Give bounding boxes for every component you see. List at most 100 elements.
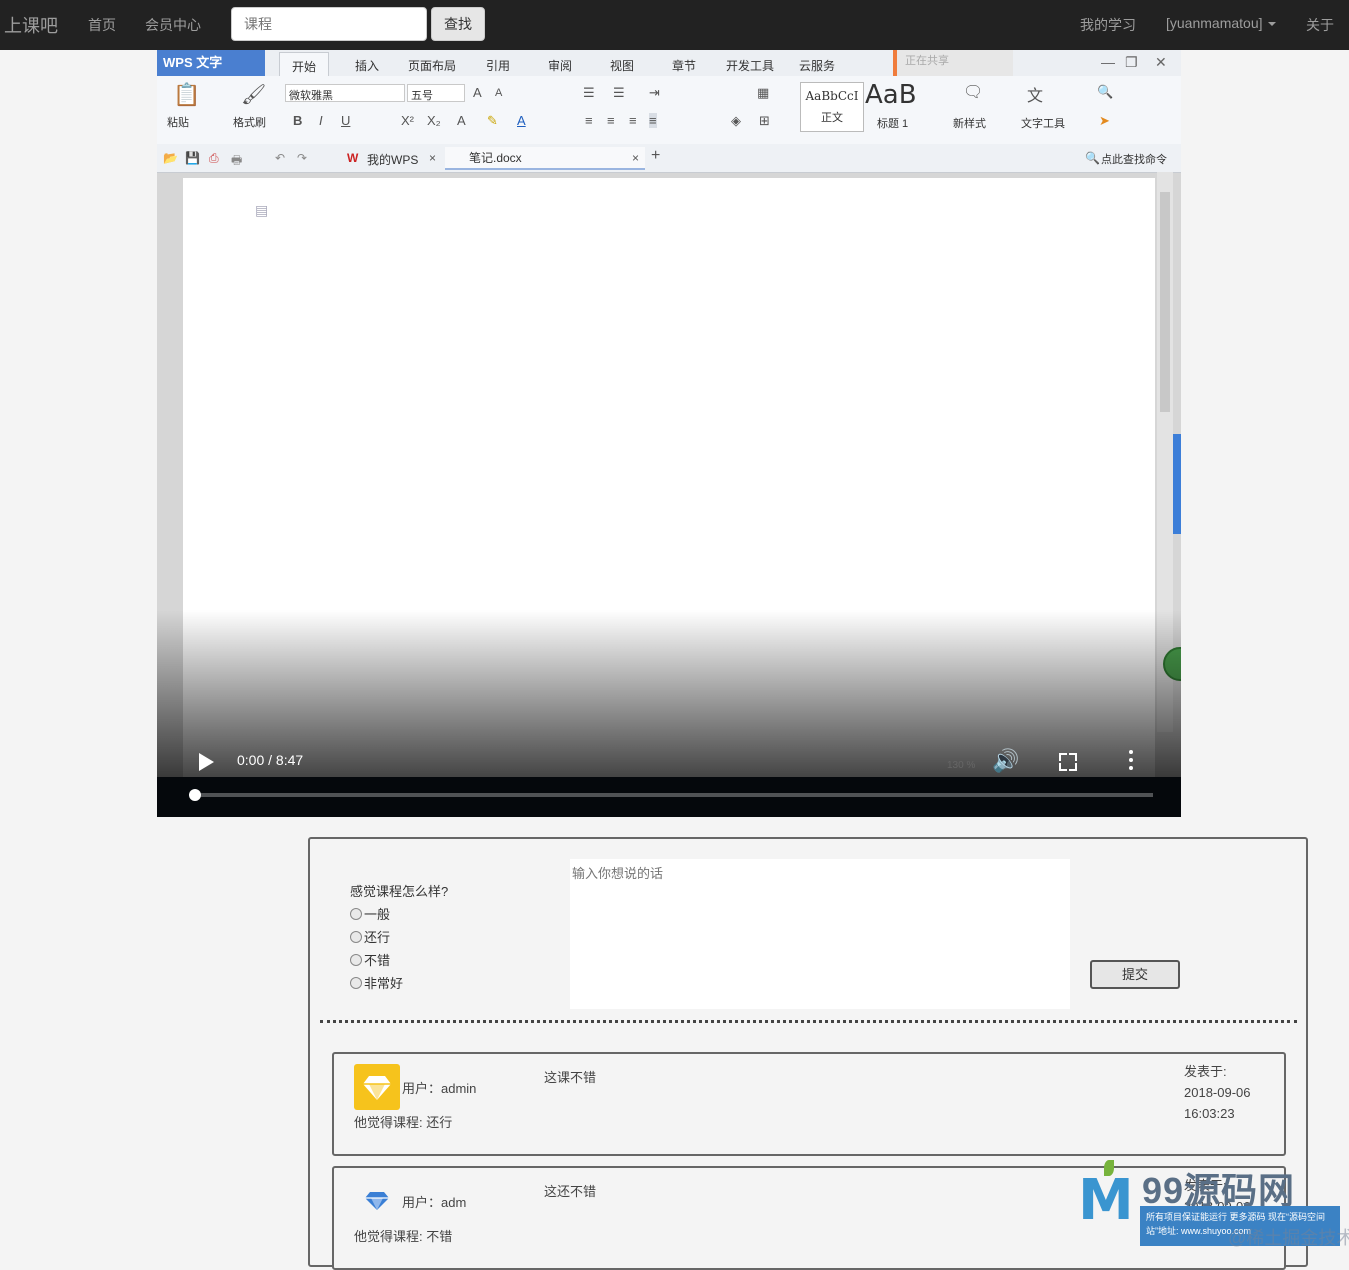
wps-tab-devtools: 开发工具 [726, 59, 775, 73]
fullscreen-corner [1069, 763, 1077, 771]
comment-rating: 他觉得课程: 不错 [354, 1229, 453, 1244]
posted-time: 16:03:23 [1184, 1106, 1235, 1121]
dotted-divider [320, 1020, 1297, 1023]
volume-icon[interactable]: 🔊 [992, 748, 1019, 774]
wps-quick-bar: 📂 💾 ⎙ 🖶 ↶ ↷ W 我的WPS × 笔记.docx × + 🔍 点此查找命… [157, 144, 1181, 173]
more-options-icon[interactable] [1129, 750, 1133, 774]
nav-home[interactable]: 首页 [88, 15, 116, 35]
paste-label: 粘贴 [167, 117, 189, 129]
shrink-font-icon: A [495, 87, 503, 99]
radio-button[interactable] [350, 908, 362, 920]
wps-tab-layout: 页面布局 [408, 59, 457, 73]
wps-tab-cloud: 云服务 [799, 59, 836, 73]
align-left-icon: ≡ [585, 113, 593, 128]
comment-text: 这还不错 [544, 1184, 597, 1199]
caret-down-icon [1267, 22, 1276, 27]
user-menu[interactable]: [yuanmamatou] [1166, 15, 1276, 31]
doc-tab-label: 笔记.docx [469, 151, 522, 165]
doc-tab: 笔记.docx × [445, 147, 645, 170]
search-small-icon: 🔍 [1085, 151, 1100, 165]
rating-option-label: 不错 [364, 953, 391, 968]
shading-icon: ◈ [731, 113, 741, 128]
radio-button[interactable] [350, 954, 362, 966]
watermark-faint-text: @稀土掘金技术社区 [1228, 1228, 1349, 1248]
nav-my-learning[interactable]: 我的学习 [1080, 15, 1136, 35]
underline-icon: U [341, 113, 351, 128]
subscript-icon: X₂ [427, 113, 441, 128]
rating-option[interactable]: 一般 [350, 904, 390, 923]
fullscreen-corner [1059, 763, 1067, 771]
search-button[interactable]: 查找 [431, 7, 485, 41]
wps-tab-reference: 引用 [486, 59, 511, 73]
radio-button[interactable] [350, 977, 362, 989]
style-normal-label: 正文 [821, 112, 843, 124]
posted-date: 2018-09-06 [1184, 1085, 1251, 1100]
format-painter-icon: 🖌 [241, 84, 267, 106]
blue-diamond-avatar-icon [365, 1192, 389, 1210]
grow-font-icon: A [473, 85, 482, 100]
comment-user: 用户：admin [402, 1081, 477, 1096]
nav-member-center[interactable]: 会员中心 [145, 15, 201, 35]
rating-option[interactable]: 还行 [350, 927, 390, 946]
bullets-icon: ☰ [583, 85, 595, 100]
font-size-box: 五号 [407, 84, 465, 102]
top-navbar: 上课吧 首页 会员中心 查找 我的学习 [yuanmamatou] 关于 [0, 0, 1349, 50]
wps-w-icon: W [347, 151, 359, 165]
indent-icon: ⇥ [649, 85, 660, 100]
rating-option[interactable]: 非常好 [350, 973, 403, 992]
select-icon: ➤ [1099, 113, 1110, 128]
radio-button[interactable] [350, 931, 362, 943]
wps-tab-view: 视图 [610, 59, 635, 73]
new-style-label: 新样式 [953, 118, 986, 130]
tab-close-icon: × [429, 151, 437, 165]
wps-tab-insert: 插入 [355, 59, 380, 73]
doc-marker-icon: ▤ [255, 202, 269, 218]
rating-option[interactable]: 不错 [350, 950, 390, 969]
wps-ribbon: 📋 粘贴 🖌 格式刷 微软雅黑 五号 A A B I U X² X₂ A ✎ A… [157, 76, 1181, 145]
highlight-icon: ✎ [487, 113, 498, 128]
style-normal: AaBbCcI 正文 [800, 82, 864, 132]
italic-icon: I [319, 113, 323, 128]
rating-option-label: 一般 [364, 907, 391, 922]
font-name-box: 微软雅黑 [285, 84, 405, 102]
time-display: 0:00 / 8:47 [237, 752, 304, 768]
doc-close-icon: × [631, 151, 639, 165]
text-tools-label: 文字工具 [1021, 118, 1065, 130]
fullscreen-corner [1059, 753, 1067, 761]
side-panel-tab [1173, 434, 1181, 534]
play-icon[interactable] [199, 753, 214, 771]
video-player[interactable]: WPS 文字 开始 插入 页面布局 引用 审阅 视图 章节 开发工具 云服务 正… [157, 50, 1181, 817]
align-center-icon: ≡ [607, 113, 615, 128]
table-icon: ▦ [757, 85, 770, 100]
rating-question: 感觉课程怎么样? [350, 884, 449, 899]
fullscreen-icon[interactable] [1059, 753, 1077, 771]
find-command: 点此查找命令 [1101, 154, 1167, 166]
wps-tab-chapter: 章节 [672, 59, 697, 73]
my-wps-tab: 我的WPS [367, 153, 419, 167]
border-icon: ⊞ [759, 113, 770, 128]
text-tools-icon: 文 [1027, 88, 1044, 105]
rating-option-label: 非常好 [364, 976, 404, 991]
brand-logo[interactable]: 上课吧 [4, 12, 58, 38]
redo-icon: ↷ [297, 151, 308, 165]
video-progress-handle[interactable] [189, 789, 201, 801]
style-normal-preview: AaBbCcI [805, 89, 859, 103]
font-color-icon: A [517, 113, 526, 128]
search-input[interactable] [231, 7, 427, 41]
open-icon: 📂 [163, 151, 178, 165]
comment-date: 发表于: 2018-09-06 16:03:23 [1184, 1061, 1251, 1124]
save-icon: 💾 [185, 151, 200, 165]
nav-about[interactable]: 关于 [1306, 15, 1334, 35]
video-progress-bar[interactable] [189, 789, 1153, 801]
comment-card: 用户：admin 他觉得课程: 还行 这课不错 发表于: 2018-09-06 … [332, 1052, 1286, 1156]
submit-button[interactable]: 提交 [1090, 960, 1180, 989]
print-icon: 🖶 [231, 153, 243, 167]
wps-share-box: 正在共享 [893, 50, 1013, 76]
justify-icon: ≡ [649, 113, 657, 128]
style-heading-preview: AaB [865, 80, 917, 110]
video-controls: 0:00 / 8:47 🔊 [157, 740, 1181, 817]
paste-icon: 📋 [173, 82, 201, 107]
comment-textarea[interactable] [570, 859, 1070, 1009]
m-logo-icon: M [1078, 1168, 1134, 1233]
fullscreen-corner [1069, 753, 1077, 761]
